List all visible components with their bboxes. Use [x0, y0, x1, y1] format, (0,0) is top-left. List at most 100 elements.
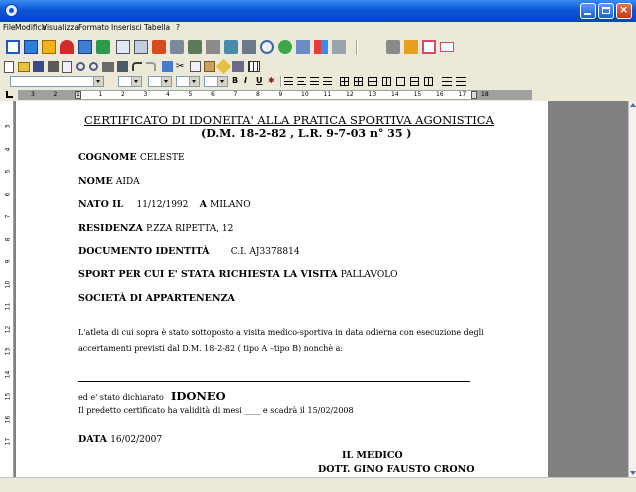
align-right-icon[interactable]	[310, 77, 319, 85]
network-icon[interactable]	[224, 40, 238, 54]
find-icon[interactable]	[89, 62, 98, 71]
highlight-combo[interactable]	[204, 76, 228, 87]
vertical-ruler-number: 4	[4, 147, 12, 151]
color-combo[interactable]	[176, 76, 200, 87]
window-icon[interactable]	[116, 40, 130, 54]
medico-name: DOTT. GINO FAUSTO CRONO	[318, 464, 475, 475]
folder-icon[interactable]	[42, 40, 56, 54]
size-combo[interactable]	[148, 76, 172, 87]
tools-icon[interactable]	[152, 40, 166, 54]
zoom-icon[interactable]	[76, 62, 85, 71]
grid-icon[interactable]	[206, 40, 220, 54]
chevron-down-icon[interactable]	[161, 77, 171, 86]
chart-icon[interactable]	[314, 40, 328, 54]
align-left-icon[interactable]	[284, 77, 293, 85]
menu-visualizza[interactable]: Visualizza	[42, 23, 79, 32]
magnifier-icon[interactable]	[260, 40, 274, 54]
validita-text: Il predetto certificato ha validità di m…	[78, 406, 354, 415]
border-left-icon[interactable]	[424, 77, 433, 86]
chevron-down-icon[interactable]	[189, 77, 199, 86]
chevron-down-icon[interactable]	[131, 77, 141, 86]
close-button[interactable]: ×	[616, 3, 632, 19]
copy-icon[interactable]	[190, 61, 201, 72]
menu-formato[interactable]: Formato	[78, 23, 109, 32]
ruler-number: 2	[53, 91, 58, 98]
app-icon[interactable]	[5, 4, 18, 17]
redo-icon[interactable]	[146, 62, 156, 71]
maximize-button[interactable]	[598, 3, 614, 19]
scroll-down-icon[interactable]	[630, 470, 636, 476]
people-icon[interactable]	[386, 40, 400, 54]
chevron-down-icon[interactable]	[93, 77, 103, 86]
font-combo[interactable]	[118, 76, 142, 87]
recycle-icon[interactable]	[96, 40, 110, 54]
heart-icon[interactable]	[60, 40, 74, 54]
numbered-list-icon[interactable]	[456, 77, 466, 86]
preview-icon[interactable]	[62, 61, 72, 73]
spellcheck-icon[interactable]	[232, 61, 244, 72]
new-document-icon[interactable]	[4, 61, 14, 73]
select-tool-icon[interactable]	[6, 40, 20, 54]
menu-inserisci[interactable]: Inserisci	[111, 23, 142, 32]
toolbar-separator	[356, 40, 358, 55]
vertical-ruler[interactable]: 3 4 5 6 7 8 9 10 11 12 13 14 15 16 17	[0, 101, 14, 477]
horizontal-ruler[interactable]: 3 2 1 1 2 3 4 5 6 7 8 9 10 11 12 13 14 15 16 17 18	[18, 90, 532, 100]
data-value: 16/02/2007	[110, 435, 163, 445]
bold-button[interactable]: B	[232, 76, 238, 85]
print-icon[interactable]	[102, 62, 114, 72]
calendar-icon[interactable]	[332, 40, 346, 54]
document-area[interactable]: CERTIFICATO DI IDONEITA' ALLA PRATICA SP…	[14, 101, 628, 477]
save-all-icon[interactable]	[48, 61, 59, 72]
blue-triangle-icon[interactable]	[24, 40, 38, 54]
cut-icon[interactable]: ✂	[176, 61, 187, 72]
mail-icon[interactable]	[440, 42, 454, 52]
societa-line: SOCIETÀ DI APPARTENENZA	[78, 293, 235, 304]
format-painter-icon[interactable]	[215, 58, 232, 75]
scroll-up-icon[interactable]	[630, 102, 636, 108]
menu-tabella[interactable]: Tabella	[144, 23, 170, 32]
nato-line: NATO IL 11/12/1992 A MILANO	[78, 199, 251, 210]
paint-icon[interactable]	[162, 61, 173, 72]
menu-file[interactable]: File	[3, 23, 16, 32]
insert-table-icon[interactable]	[248, 61, 260, 72]
menu-help[interactable]: ?	[176, 23, 180, 32]
right-indent-marker-icon[interactable]	[471, 91, 477, 99]
vertical-scrollbar[interactable]	[628, 101, 636, 477]
underline-button[interactable]: U	[256, 76, 263, 85]
border-vertical-icon[interactable]	[382, 77, 391, 86]
chevron-down-icon[interactable]	[217, 77, 227, 86]
vertical-ruler-number: 14	[4, 370, 12, 378]
green-globe-icon[interactable]	[278, 40, 292, 54]
puzzle-icon[interactable]	[188, 40, 202, 54]
align-center-icon[interactable]	[297, 77, 306, 85]
bullet-list-icon[interactable]	[442, 77, 452, 86]
strikethrough-icon[interactable]: ✱	[268, 76, 275, 85]
border-inner-icon[interactable]	[354, 77, 363, 86]
justify-icon[interactable]	[323, 77, 332, 85]
border-horizontal-icon[interactable]	[368, 77, 377, 86]
undo-icon[interactable]	[132, 62, 142, 71]
tab-selector-icon[interactable]	[6, 91, 13, 98]
border-top-icon[interactable]	[410, 77, 419, 86]
card-icon[interactable]	[422, 40, 436, 54]
gear-icon[interactable]	[170, 40, 184, 54]
book-icon[interactable]	[242, 40, 256, 54]
minimize-button[interactable]	[580, 3, 596, 19]
image-icon[interactable]	[78, 40, 92, 54]
border-all-icon[interactable]	[340, 77, 349, 86]
print-preview-icon[interactable]	[117, 61, 128, 72]
monitor-icon[interactable]	[134, 40, 148, 54]
document-page[interactable]: CERTIFICATO DI IDONEITA' ALLA PRATICA SP…	[16, 101, 548, 477]
notes-icon[interactable]	[404, 40, 418, 54]
save-icon[interactable]	[33, 61, 44, 72]
ruler-number: 5	[188, 91, 193, 98]
paste-icon[interactable]	[204, 61, 215, 72]
italic-button[interactable]: I	[244, 76, 247, 85]
nome-line: NOME AIDA	[78, 176, 140, 187]
border-outside-icon[interactable]	[396, 77, 405, 86]
presentation-icon[interactable]	[296, 40, 310, 54]
style-combo[interactable]	[10, 76, 104, 87]
open-folder-icon[interactable]	[18, 62, 30, 72]
vertical-ruler-number: 5	[4, 169, 12, 174]
ruler-number: 1	[76, 91, 80, 98]
